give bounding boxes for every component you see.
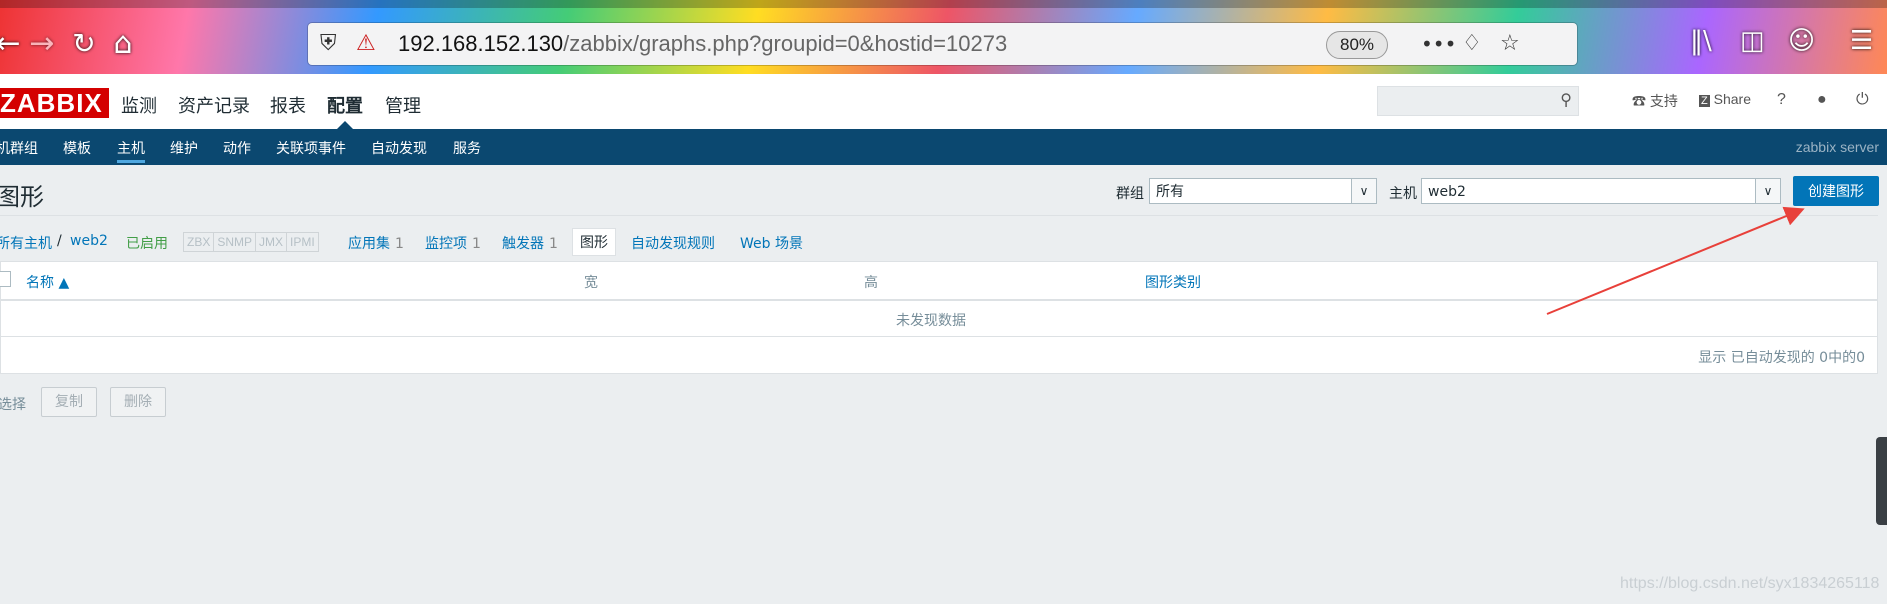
watermark: https://blog.csdn.net/syx1834265118 (1620, 575, 1880, 592)
side-widget[interactable] (1876, 437, 1887, 525)
annotation-arrow (1546, 206, 1805, 315)
